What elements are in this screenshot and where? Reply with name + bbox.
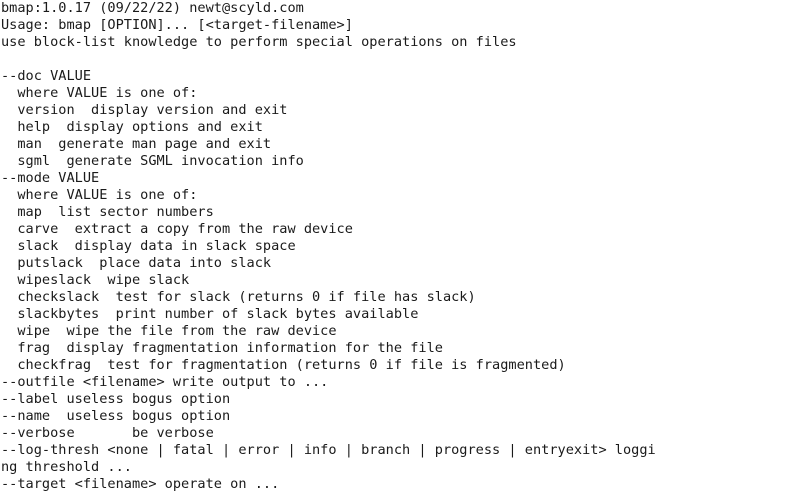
terminal-line: --name useless bogus option [1,408,231,424]
terminal-line: --mode VALUE [1,170,100,186]
terminal-line: man generate man page and exit [1,136,272,152]
terminal-line: --outfile <filename> write output to ... [1,374,329,390]
terminal-output: bmap:1.0.17 (09/22/22) newt@scyld.com Us… [0,0,800,491]
terminal-line: frag display fragmentation information f… [1,340,443,356]
terminal-line: wipeslack wipe slack [1,272,190,288]
terminal-line: putslack place data into slack [1,255,272,271]
terminal-line: bmap:1.0.17 (09/22/22) newt@scyld.com [1,0,304,16]
terminal-line: Usage: bmap [OPTION]... [<target-filenam… [1,17,353,33]
terminal-line: checkslack test for slack (returns 0 if … [1,289,476,305]
terminal-line: version display version and exit [1,102,288,118]
terminal-line: help display options and exit [1,119,263,135]
terminal-line: --target <filename> operate on ... [1,476,280,491]
terminal-line: slackbytes print number of slack bytes a… [1,306,419,322]
terminal-line: --verbose be verbose [1,425,214,441]
terminal-line: wipe wipe the file from the raw device [1,323,337,339]
terminal-line: slack display data in slack space [1,238,296,254]
terminal-line: ng threshold ... [1,459,132,475]
terminal-line: checkfrag test for fragmentation (return… [1,357,566,373]
terminal-line: where VALUE is one of: [1,187,198,203]
terminal-line: map list sector numbers [1,204,214,220]
terminal-line: sgml generate SGML invocation info [1,153,304,169]
terminal-line: where VALUE is one of: [1,85,198,101]
terminal-line: --log-thresh <none | fatal | error | inf… [1,442,656,458]
terminal-line: carve extract a copy from the raw device [1,221,353,237]
terminal-line: --label useless bogus option [1,391,231,407]
terminal-line: --doc VALUE [1,68,92,84]
terminal-line: use block-list knowledge to perform spec… [1,34,517,50]
